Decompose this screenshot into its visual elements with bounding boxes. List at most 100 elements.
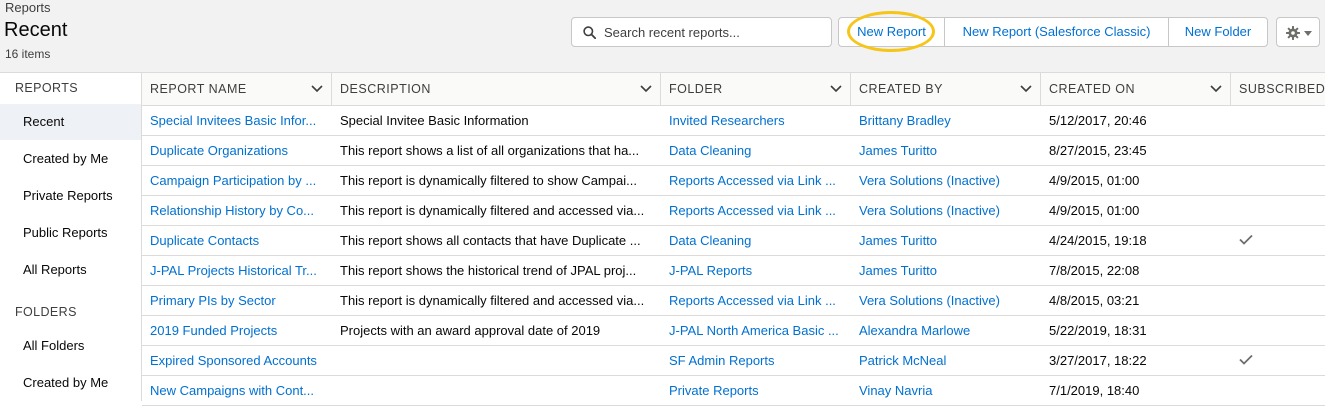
settings-menu-button[interactable]	[1276, 17, 1320, 47]
report-name-link[interactable]: 2019 Funded Projects	[142, 316, 327, 345]
table-row: J-PAL Projects Historical Tr... This repo…	[142, 256, 1325, 286]
table-row: Primary PIs by Sector This report is dyna…	[142, 286, 1325, 316]
report-name-link[interactable]: Duplicate Contacts	[142, 226, 327, 255]
created-on: 4/9/2015, 01:00	[1049, 173, 1140, 188]
folder-link[interactable]: Reports Accessed via Link ...	[661, 196, 841, 225]
new-report-button[interactable]: New Report	[839, 18, 945, 46]
report-name-link[interactable]: Relationship History by Co...	[142, 196, 327, 225]
table-row: Campaign Participation by ... This report…	[142, 166, 1325, 196]
created-by-link[interactable]: James Turitto	[851, 136, 1031, 165]
sidebar-item-private-reports[interactable]: Private Reports	[0, 178, 141, 214]
report-description: Special Invitee Basic Information	[340, 113, 529, 128]
column-label: DESCRIPTION	[340, 82, 431, 96]
column-header-created-by[interactable]: CREATED BY	[851, 73, 1041, 105]
created-on: 5/12/2017, 20:46	[1049, 113, 1147, 128]
created-on: 4/9/2015, 01:00	[1049, 203, 1140, 218]
column-label: FOLDER	[669, 82, 723, 96]
report-description	[332, 346, 657, 375]
created-by-link[interactable]: Vera Solutions (Inactive)	[851, 286, 1031, 315]
new-report-classic-button[interactable]: New Report (Salesforce Classic)	[945, 18, 1169, 46]
chevron-down-icon[interactable]	[1210, 85, 1222, 93]
item-count: 16 items	[5, 47, 51, 61]
table-header: REPORT NAME DESCRIPTION FOLDER CREATED B…	[142, 73, 1325, 106]
table-row: Duplicate Contacts This report shows all …	[142, 226, 1325, 256]
search-input[interactable]	[604, 22, 824, 42]
created-on: 5/22/2019, 18:31	[1049, 323, 1147, 338]
sidebar-item-all-folders[interactable]: All Folders	[0, 328, 141, 364]
reports-section-heading: REPORTS	[15, 81, 78, 95]
sidebar-item-recent[interactable]: Recent	[0, 104, 141, 140]
folder-link[interactable]: Data Cleaning	[661, 136, 841, 165]
created-on: 4/8/2015, 03:21	[1049, 293, 1140, 308]
report-name-link[interactable]: Duplicate Organizations	[142, 136, 327, 165]
chevron-down-icon[interactable]	[1020, 85, 1032, 93]
reports-table: REPORT NAME DESCRIPTION FOLDER CREATED B…	[142, 73, 1325, 406]
report-description: This report shows a list of all organiza…	[340, 143, 640, 158]
created-on: 8/27/2015, 23:45	[1049, 143, 1147, 158]
created-by-link[interactable]: Vera Solutions (Inactive)	[851, 196, 1031, 225]
page-title: Recent	[4, 19, 68, 41]
created-by-link[interactable]: Patrick McNeal	[851, 346, 1031, 375]
sidebar-item-folders-created-by-me[interactable]: Created by Me	[0, 365, 141, 401]
sidebar-item-all-reports[interactable]: All Reports	[0, 252, 141, 288]
column-header-description[interactable]: DESCRIPTION	[332, 73, 661, 105]
created-by-link[interactable]: James Turitto	[851, 256, 1031, 285]
column-header-report-name[interactable]: REPORT NAME	[142, 73, 332, 105]
sidebar: REPORTS Recent Created by Me Private Rep…	[0, 73, 142, 401]
column-label: CREATED ON	[1049, 82, 1136, 96]
new-folder-button[interactable]: New Folder	[1169, 18, 1267, 46]
created-on: 7/8/2015, 22:08	[1049, 263, 1140, 278]
report-name-link[interactable]: J-PAL Projects Historical Tr...	[142, 256, 327, 285]
report-name-link[interactable]: Special Invitees Basic Infor...	[142, 106, 327, 135]
folder-link[interactable]: J-PAL North America Basic ...	[661, 316, 841, 345]
column-label: REPORT NAME	[150, 82, 247, 96]
created-by-link[interactable]: Vera Solutions (Inactive)	[851, 166, 1031, 195]
column-label: CREATED BY	[859, 82, 943, 96]
gear-icon	[1286, 26, 1300, 40]
report-description: This report shows the historical trend o…	[340, 263, 637, 278]
search-icon	[583, 26, 596, 39]
report-description: This report is dynamically filtered and …	[340, 203, 645, 218]
chevron-down-icon[interactable]	[640, 85, 652, 93]
chevron-down-icon[interactable]	[311, 85, 323, 93]
page-header: Reports Recent 16 items New Report New R…	[0, 0, 1325, 73]
created-by-link[interactable]: James Turitto	[851, 226, 1031, 255]
chevron-down-icon	[1304, 31, 1312, 36]
table-row: Relationship History by Co... This report…	[142, 196, 1325, 226]
object-label: Reports	[5, 0, 51, 15]
sidebar-item-public-reports[interactable]: Public Reports	[0, 215, 141, 251]
created-by-link[interactable]: Alexandra Marlowe	[851, 316, 1031, 345]
search-box[interactable]	[571, 17, 832, 47]
action-button-group: New Report New Report (Salesforce Classi…	[838, 17, 1268, 47]
table-row: Special Invitees Basic Infor... Special I…	[142, 106, 1325, 136]
table-row: New Campaigns with Cont... Private Report…	[142, 376, 1325, 406]
folder-link[interactable]: Reports Accessed via Link ...	[661, 286, 841, 315]
chevron-down-icon[interactable]	[830, 85, 842, 93]
created-by-link[interactable]: Brittany Bradley	[851, 106, 1031, 135]
created-on: 3/27/2017, 18:22	[1049, 353, 1147, 368]
report-description: This report shows all contacts that have…	[340, 233, 641, 248]
column-header-folder[interactable]: FOLDER	[661, 73, 851, 105]
folder-link[interactable]: Reports Accessed via Link ...	[661, 166, 841, 195]
column-header-created-on[interactable]: CREATED ON	[1041, 73, 1231, 105]
report-name-link[interactable]: Expired Sponsored Accounts	[142, 346, 327, 375]
folder-link[interactable]: Data Cleaning	[661, 226, 841, 255]
report-name-link[interactable]: Campaign Participation by ...	[142, 166, 327, 195]
folders-section-heading: FOLDERS	[15, 305, 77, 319]
table-row: Duplicate Organizations This report shows…	[142, 136, 1325, 166]
created-on: 4/24/2015, 19:18	[1049, 233, 1147, 248]
report-description: Projects with an award approval date of …	[340, 323, 601, 338]
folder-link[interactable]: J-PAL Reports	[661, 256, 841, 285]
report-description: This report is dynamically filtered to s…	[340, 173, 637, 188]
folder-link[interactable]: SF Admin Reports	[661, 346, 841, 375]
column-label: SUBSCRIBED	[1239, 82, 1325, 96]
table-row: 2019 Funded Projects Projects with an awa…	[142, 316, 1325, 346]
subscribed-check-icon	[1239, 354, 1253, 365]
column-header-subscribed[interactable]: SUBSCRIBED	[1231, 73, 1325, 105]
table-row: Expired Sponsored Accounts SF Admin Repor…	[142, 346, 1325, 376]
sidebar-item-created-by-me[interactable]: Created by Me	[0, 141, 141, 177]
folder-link[interactable]: Invited Researchers	[661, 106, 841, 135]
subscribed-check-icon	[1239, 234, 1253, 245]
report-description: This report is dynamically filtered and …	[340, 293, 645, 308]
report-name-link[interactable]: Primary PIs by Sector	[142, 286, 327, 315]
